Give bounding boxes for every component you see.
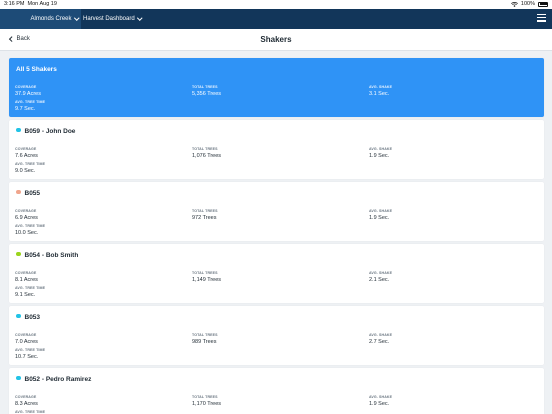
shaker-card[interactable]: B054 - Bob Smith COVERAGE 8.1 Acres TOTAL… (9, 244, 544, 303)
shaker-title: B059 - John Doe (16, 127, 75, 135)
coverage-field: COVERAGE 6.9 Acres (15, 209, 38, 221)
avg-shake-field: AVG. SHAKE 1.9 Sec. (369, 395, 393, 407)
avg-tree-time-field: AVG. TREE TIME 10.0 Sec. (15, 224, 46, 236)
shaker-title: B052 - Pedro Ramirez (16, 375, 91, 383)
coverage-field: COVERAGE 7.6 Acres (15, 147, 38, 159)
status-time: 3:16 PM Mon Aug 19 (4, 1, 57, 7)
total-trees-field: TOTAL TREES 5,356 Trees (192, 85, 222, 97)
hamburger-icon[interactable] (537, 14, 546, 23)
farm-selector[interactable]: Almonds Creek (0, 9, 81, 29)
coverage-field: COVERAGE 7.0 Acres (15, 333, 38, 345)
shaker-card[interactable]: B053 COVERAGE 7.0 Acres TOTAL TREES 989 Tr… (9, 306, 544, 365)
farm-selector-label: Almonds Creek (30, 16, 72, 22)
shaker-title: B053 (16, 313, 40, 321)
status-right: 100% (510, 1, 548, 7)
status-dot (16, 375, 21, 381)
chevron-down-icon (73, 15, 79, 21)
status-bar: 3:16 PM Mon Aug 19 100% (0, 0, 552, 9)
page-title: Shakers (260, 35, 292, 44)
avg-tree-time-field: AVG. TREE TIME 9.1 Sec. (15, 286, 46, 298)
avg-shake-field: AVG. SHAKE 2.1 Sec. (369, 271, 393, 283)
avg-tree-time-field: AVG. TREE TIME (15, 410, 46, 414)
avg-tree-time-field: AVG. TREE TIME 9.7 Sec. (15, 100, 46, 112)
status-dot (16, 189, 21, 195)
summary-card[interactable]: All 5 Shakers COVERAGE 37.9 Acres TOTAL T… (9, 58, 544, 117)
avg-tree-time-field: AVG. TREE TIME 10.7 Sec. (15, 348, 46, 360)
avg-shake-field: AVG. SHAKE 3.1 Sec. (369, 85, 393, 97)
top-navbar: Almonds Creek Harvest Dashboard (0, 9, 552, 29)
battery-percent: 100% (520, 1, 535, 7)
coverage-field: COVERAGE 8.1 Acres (15, 271, 38, 283)
avg-tree-time-field: AVG. TREE TIME 9.0 Sec. (15, 162, 46, 174)
battery-icon (538, 1, 548, 7)
avg-shake-field: AVG. SHAKE 1.9 Sec. (369, 147, 393, 159)
summary-title: All 5 Shakers (16, 66, 57, 73)
total-trees-field: TOTAL TREES 1,149 Trees (192, 271, 222, 283)
avg-shake-field: AVG. SHAKE 2.7 Sec. (369, 333, 393, 345)
total-trees-field: TOTAL TREES 989 Trees (192, 333, 218, 345)
total-trees-field: TOTAL TREES 1,170 Trees (192, 395, 222, 407)
avg-shake-field: AVG. SHAKE 1.9 Sec. (369, 209, 393, 221)
shaker-title: B055 (16, 189, 40, 197)
shaker-list: All 5 Shakers COVERAGE 37.9 Acres TOTAL T… (9, 58, 544, 414)
wifi-icon (510, 1, 518, 7)
dashboard-selector[interactable]: Harvest Dashboard (83, 9, 153, 29)
shaker-card[interactable]: B052 - Pedro Ramirez COVERAGE 8.3 Acres T… (9, 368, 544, 414)
shaker-title: B054 - Bob Smith (16, 251, 78, 259)
shaker-card[interactable]: B059 - John Doe COVERAGE 7.6 Acres TOTAL … (9, 120, 544, 179)
shaker-card[interactable]: B055 COVERAGE 6.9 Acres TOTAL TREES 972 Tr… (9, 182, 544, 241)
coverage-field: COVERAGE 8.3 Acres (15, 395, 38, 407)
dashboard-selector-label: Harvest Dashboard (83, 16, 135, 22)
page-header: Back Shakers (0, 29, 552, 51)
status-dot (16, 251, 21, 257)
total-trees-field: TOTAL TREES 972 Trees (192, 209, 218, 221)
coverage-field: COVERAGE 37.9 Acres (15, 85, 41, 97)
status-dot (16, 313, 21, 319)
total-trees-field: TOTAL TREES 1,076 Trees (192, 147, 222, 159)
status-dot (16, 127, 21, 133)
chevron-down-icon (136, 15, 142, 21)
